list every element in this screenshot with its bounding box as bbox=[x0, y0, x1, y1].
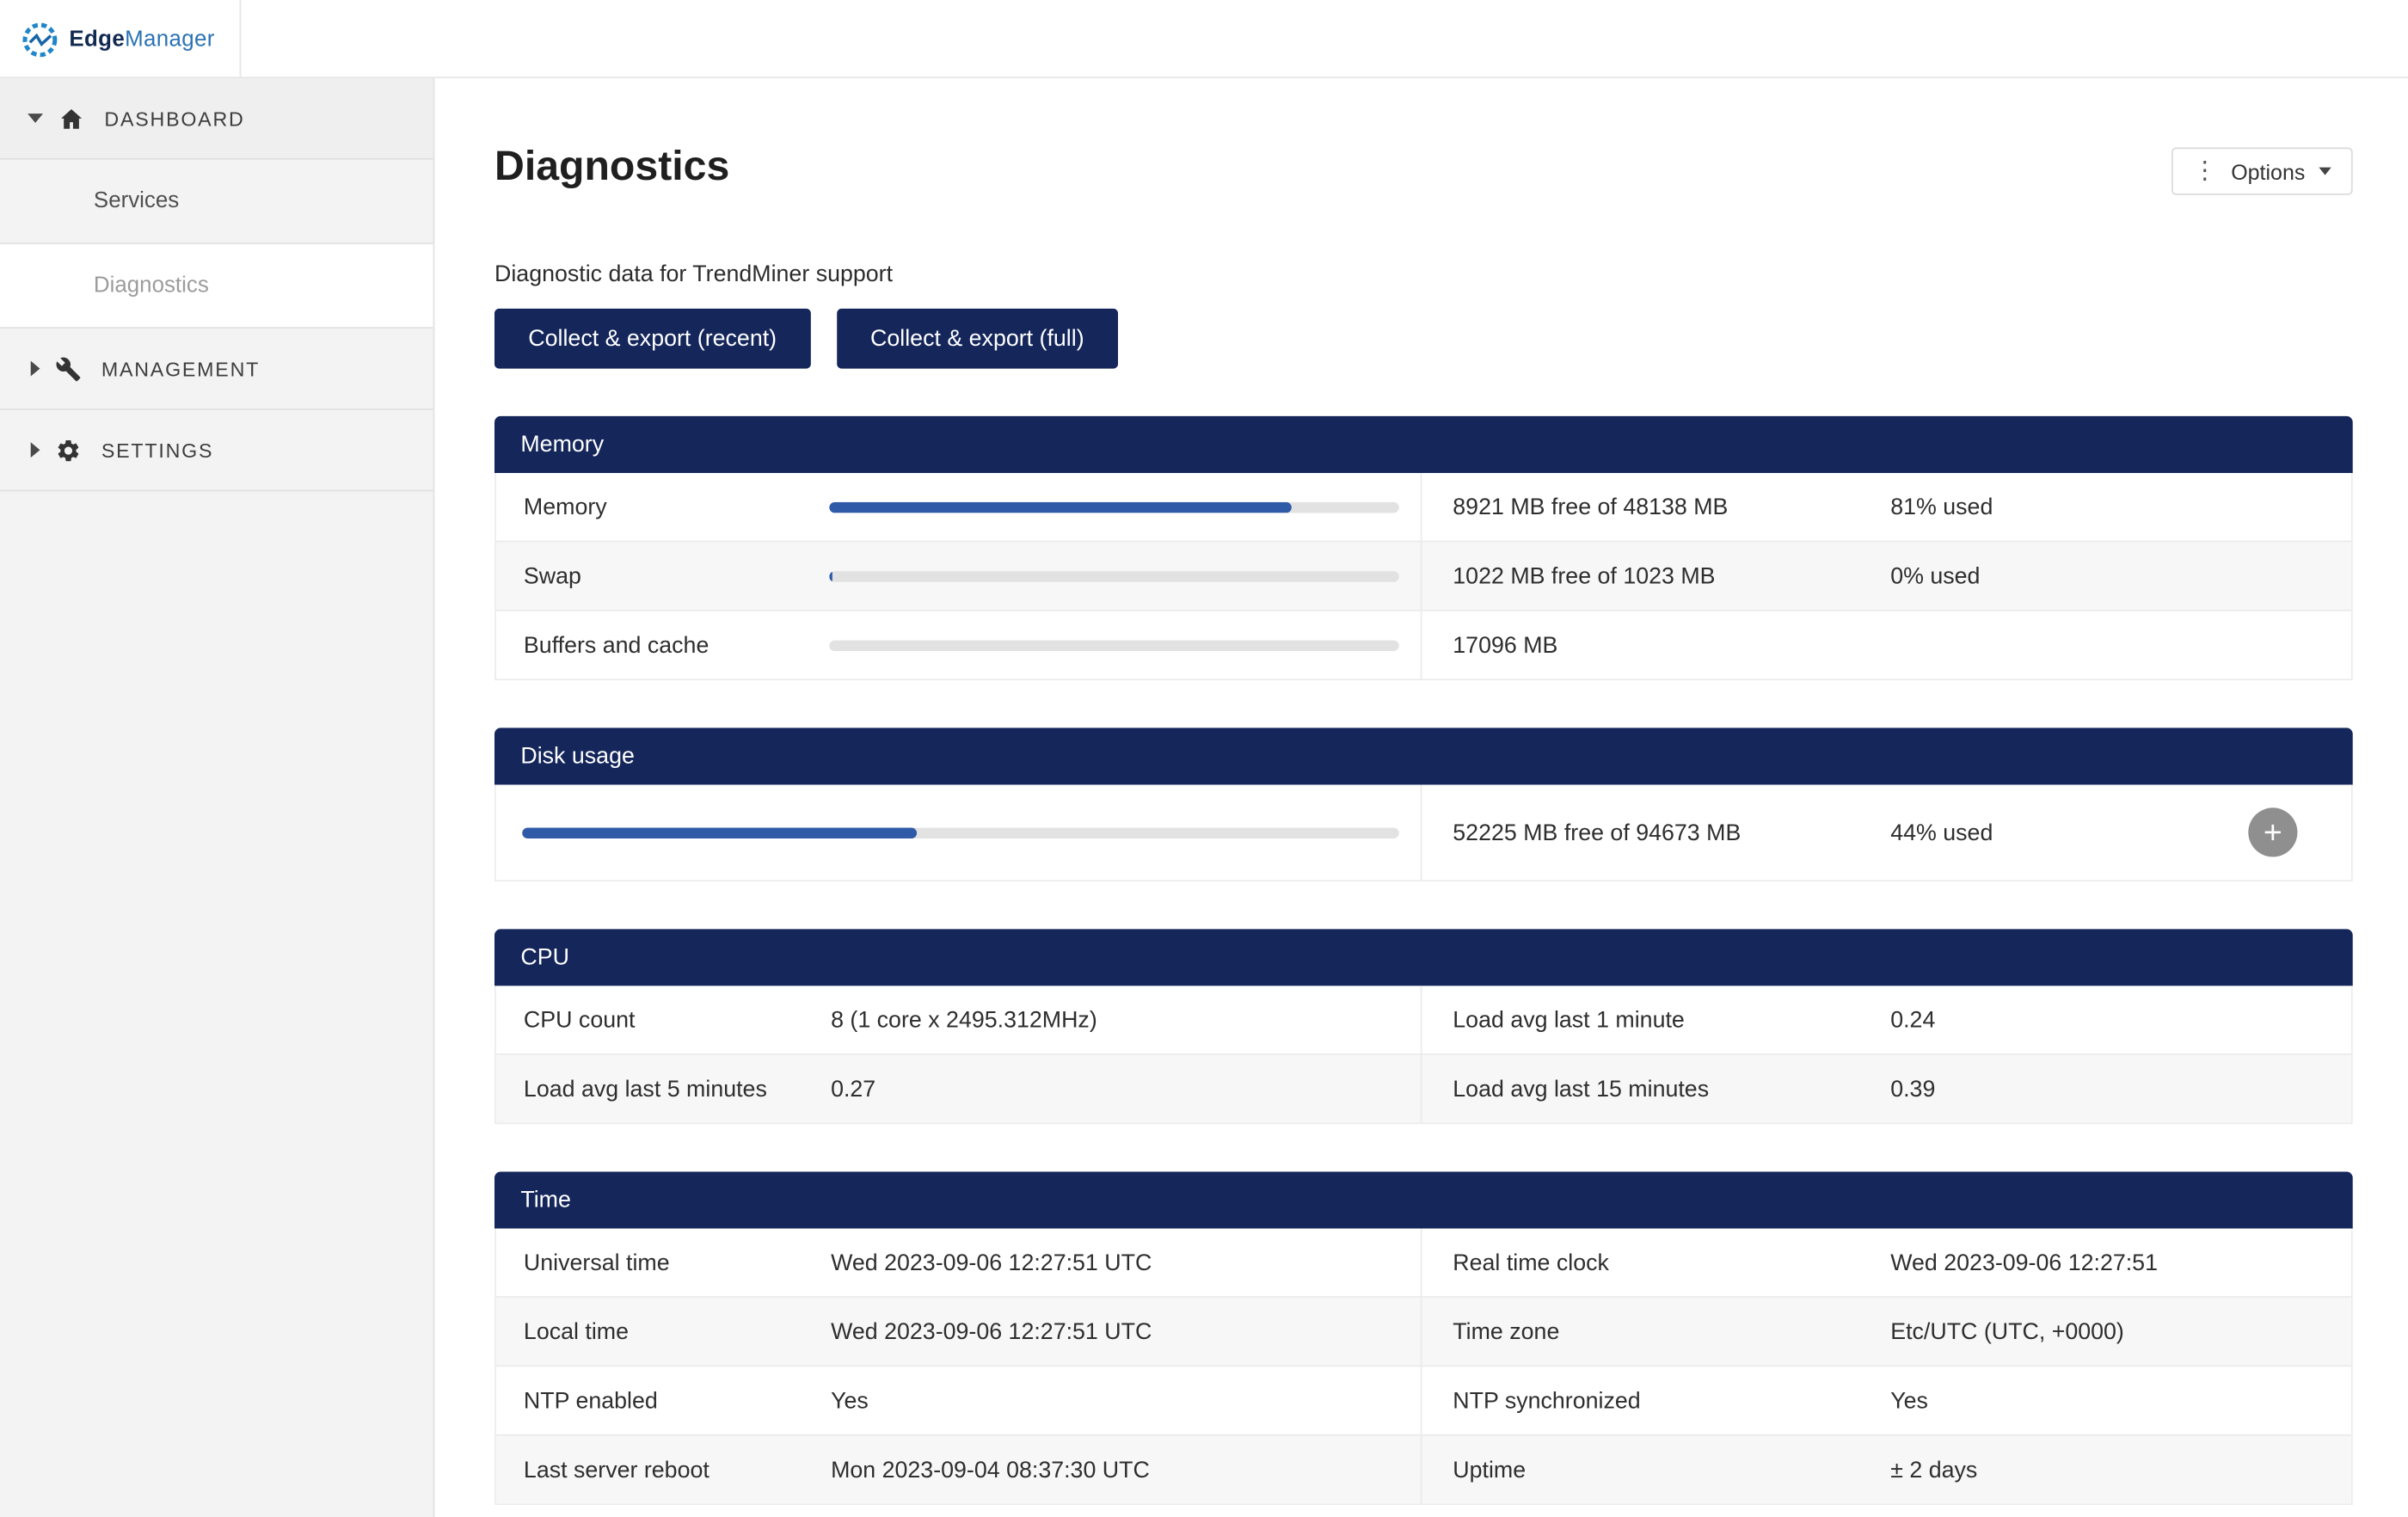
disk-card-header: Disk usage bbox=[494, 728, 2353, 784]
kebab-icon: ⋮ bbox=[2193, 159, 2218, 184]
table-row-time-4: Last server reboot Mon 2023-09-04 08:37:… bbox=[496, 1434, 2351, 1503]
sidebar-item-diagnostics[interactable]: Diagnostics bbox=[0, 244, 433, 329]
chevron-right-icon bbox=[31, 361, 40, 377]
table-row-time-2: Local time Wed 2023-09-06 12:27:51 UTC T… bbox=[496, 1296, 2351, 1365]
row-value: Yes bbox=[831, 1367, 1422, 1434]
brand-name-bold: Edge bbox=[69, 27, 125, 52]
wrench-icon bbox=[55, 355, 81, 381]
row-free-value: 1022 MB free of 1023 MB bbox=[1422, 562, 1891, 588]
card-title: Time bbox=[520, 1187, 571, 1213]
row-label: Uptime bbox=[1422, 1457, 1891, 1483]
sidebar-item-label: MANAGEMENT bbox=[101, 357, 260, 380]
chevron-right-icon bbox=[31, 442, 40, 458]
row-value: Wed 2023-09-06 12:27:51 UTC bbox=[831, 1298, 1422, 1366]
card-title: Disk usage bbox=[520, 743, 635, 769]
row-value: 0.27 bbox=[831, 1055, 1422, 1123]
time-card: Time Universal time Wed 2023-09-06 12:27… bbox=[494, 1171, 2353, 1505]
memory-card-header: Memory bbox=[494, 416, 2353, 473]
sidebar-item-label: Diagnostics bbox=[94, 273, 209, 298]
app-window: EdgeManager DASHBOARD Services Diagnosti… bbox=[0, 0, 2408, 1517]
swap-progressbar bbox=[829, 542, 1422, 610]
brand-logo[interactable]: EdgeManager bbox=[0, 0, 241, 78]
row-used-value: 0% used bbox=[1890, 562, 2351, 588]
expand-disk-details-button[interactable]: + bbox=[2248, 808, 2297, 857]
row-label: Real time clock bbox=[1422, 1250, 1891, 1275]
sidebar-item-dashboard[interactable]: DASHBOARD bbox=[0, 78, 433, 160]
page-subtitle: Diagnostic data for TrendMiner support bbox=[494, 261, 2408, 287]
table-row-cpu-1: CPU count 8 (1 core x 2495.312MHz) Load … bbox=[496, 986, 2351, 1053]
edgemanager-logo-icon bbox=[20, 19, 59, 58]
export-actions: Collect & export (recent) Collect & expo… bbox=[494, 309, 2408, 369]
home-icon bbox=[58, 105, 84, 131]
row-value: Etc/UTC (UTC, +0000) bbox=[1890, 1318, 2351, 1344]
progress-fill bbox=[829, 501, 1291, 513]
collect-export-full-button[interactable]: Collect & export (full) bbox=[837, 309, 1118, 369]
sidebar-item-label: Services bbox=[94, 189, 179, 214]
collect-export-recent-button[interactable]: Collect & export (recent) bbox=[494, 309, 810, 369]
row-label: Load avg last 15 minutes bbox=[1422, 1076, 1891, 1102]
cpu-card: CPU CPU count 8 (1 core x 2495.312MHz) L… bbox=[494, 929, 2353, 1124]
options-button[interactable]: ⋮ Options bbox=[2172, 147, 2353, 194]
table-row-cpu-2: Load avg last 5 minutes 0.27 Load avg la… bbox=[496, 1053, 2351, 1122]
row-free-value: 52225 MB free of 94673 MB bbox=[1422, 820, 1891, 845]
brand-name-light: Manager bbox=[125, 27, 215, 52]
chevron-down-icon bbox=[28, 114, 43, 123]
sidebar-item-settings[interactable]: SETTINGS bbox=[0, 410, 433, 492]
row-label: Load avg last 1 minute bbox=[1422, 1007, 1891, 1033]
card-title: Memory bbox=[520, 432, 604, 458]
disk-usage-card: Disk usage 52225 MB free of 94673 MB 44%… bbox=[494, 728, 2353, 881]
top-bar: EdgeManager bbox=[0, 0, 2408, 78]
row-value: 8 (1 core x 2495.312MHz) bbox=[831, 986, 1422, 1053]
buffers-progressbar bbox=[829, 611, 1422, 679]
table-row-swap: Swap 1022 MB free of 1023 MB 0% used bbox=[496, 541, 2351, 610]
disk-progressbar bbox=[496, 784, 1422, 880]
row-value: Wed 2023-09-06 12:27:51 UTC bbox=[831, 1229, 1422, 1297]
chevron-down-icon bbox=[2319, 168, 2331, 175]
row-label: Local time bbox=[496, 1318, 831, 1344]
row-free-value: 8921 MB free of 48138 MB bbox=[1422, 494, 1891, 519]
progress-fill bbox=[522, 827, 917, 838]
row-label: Last server reboot bbox=[496, 1457, 831, 1483]
row-label: Buffers and cache bbox=[496, 632, 829, 658]
row-used-value: 81% used bbox=[1890, 494, 2351, 519]
row-label: CPU count bbox=[496, 1007, 831, 1033]
sidebar-item-label: SETTINGS bbox=[101, 439, 213, 462]
table-row-memory: Memory 8921 MB free of 48138 MB 81% used bbox=[496, 473, 2351, 541]
table-row-time-1: Universal time Wed 2023-09-06 12:27:51 U… bbox=[496, 1229, 2351, 1297]
row-label: NTP enabled bbox=[496, 1387, 831, 1413]
table-row-disk: 52225 MB free of 94673 MB 44% used + bbox=[496, 784, 2351, 880]
sidebar-item-management[interactable]: MANAGEMENT bbox=[0, 329, 433, 410]
row-value: 0.24 bbox=[1890, 1007, 2351, 1033]
memory-card: Memory Memory 8921 MB free of 48138 MB 8… bbox=[494, 416, 2353, 680]
row-label: NTP synchronized bbox=[1422, 1387, 1891, 1413]
row-label: Load avg last 5 minutes bbox=[496, 1076, 831, 1102]
plus-icon: + bbox=[2264, 816, 2282, 849]
row-free-value: 17096 MB bbox=[1422, 632, 1891, 658]
sidebar: DASHBOARD Services Diagnostics MANAGEMEN… bbox=[0, 78, 434, 1517]
options-button-label: Options bbox=[2231, 159, 2305, 184]
row-label: Memory bbox=[496, 494, 829, 519]
row-value: ± 2 days bbox=[1890, 1457, 2351, 1483]
sidebar-item-label: DASHBOARD bbox=[104, 107, 244, 130]
memory-progressbar bbox=[829, 473, 1422, 541]
progress-fill bbox=[829, 570, 832, 581]
card-title: CPU bbox=[520, 944, 569, 970]
row-value: 0.39 bbox=[1890, 1076, 2351, 1102]
time-card-header: Time bbox=[494, 1171, 2353, 1228]
row-value: Yes bbox=[1890, 1387, 2351, 1413]
row-value: Wed 2023-09-06 12:27:51 bbox=[1890, 1250, 2351, 1275]
row-label: Time zone bbox=[1422, 1318, 1891, 1344]
row-value: Mon 2023-09-04 08:37:30 UTC bbox=[831, 1436, 1422, 1504]
row-label: Swap bbox=[496, 562, 829, 588]
sidebar-item-services[interactable]: Services bbox=[0, 160, 433, 244]
page-title: Diagnostics bbox=[494, 143, 2353, 190]
cpu-card-header: CPU bbox=[494, 929, 2353, 986]
row-label: Universal time bbox=[496, 1250, 831, 1275]
table-row-buffers: Buffers and cache 17096 MB bbox=[496, 610, 2351, 679]
gear-icon bbox=[55, 437, 81, 463]
brand-name: EdgeManager bbox=[69, 27, 214, 52]
main-content: Diagnostics ⋮ Options Diagnostic data fo… bbox=[436, 78, 2408, 1517]
table-row-time-3: NTP enabled Yes NTP synchronized Yes bbox=[496, 1365, 2351, 1434]
